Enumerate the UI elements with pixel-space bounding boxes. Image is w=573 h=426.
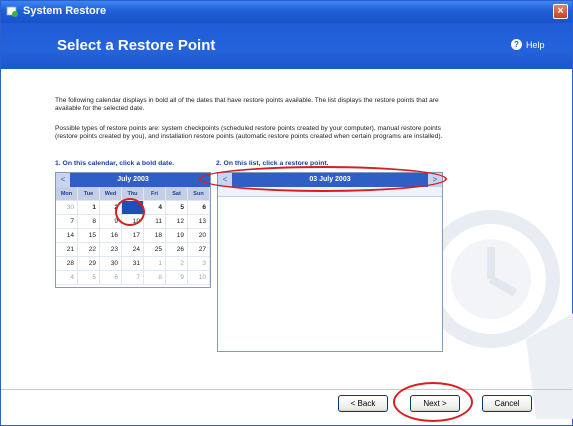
calendar-day[interactable]: 24 [122, 243, 144, 257]
calendar-week-row: 4 5 6 7 8 9 10 [56, 271, 210, 285]
calendar-week-row: 14 15 16 17 18 19 20 [56, 229, 210, 243]
weekday-header: Wed [100, 187, 122, 201]
close-icon: × [557, 5, 564, 17]
weekday-header: Mon [56, 187, 78, 201]
calendar-week-row: 28 29 30 31 1 2 3 [56, 257, 210, 271]
calendar-day[interactable]: 3 [188, 257, 210, 271]
intro-paragraph-2: Possible types of restore points are: sy… [55, 125, 443, 140]
cancel-button-label: Cancel [494, 399, 520, 408]
back-button[interactable]: < Back [338, 395, 388, 412]
intro-paragraph-1: The following calendar displays in bold … [55, 97, 439, 112]
calendar-day[interactable]: 13 [188, 215, 210, 229]
calendar-day[interactable]: 26 [166, 243, 188, 257]
calendar-day[interactable]: 7 [122, 271, 144, 285]
calendar-day[interactable]: 10 [188, 271, 210, 285]
back-button-label: < Back [350, 399, 376, 408]
calendar-day[interactable]: 28 [56, 257, 78, 271]
page-title: Select a Restore Point [57, 37, 216, 54]
help-label: Help [526, 39, 545, 50]
calendar-day[interactable]: 16 [100, 229, 122, 243]
calendar-day[interactable]: 30 [56, 201, 78, 215]
system-restore-icon [6, 6, 18, 17]
footer-divider [1, 389, 572, 390]
calendar-day[interactable]: 21 [56, 243, 78, 257]
calendar-day[interactable]: 20 [188, 229, 210, 243]
weekday-header: Sat [166, 187, 188, 201]
calendar-day[interactable]: 4 [144, 201, 166, 215]
calendar-day[interactable]: 25 [144, 243, 166, 257]
calendar-day[interactable]: 2 [166, 257, 188, 271]
calendar-day[interactable]: 1 [144, 257, 166, 271]
calendar-day[interactable]: 22 [78, 243, 100, 257]
calendar-day[interactable]: 11 [144, 215, 166, 229]
calendar-day[interactable]: 6 [188, 201, 210, 215]
calendar-day[interactable]: 17 [122, 229, 144, 243]
calendar-day[interactable]: 27 [188, 243, 210, 257]
calendar-week-row: 21 22 23 24 25 26 27 [56, 243, 210, 257]
calendar-day[interactable]: 18 [144, 229, 166, 243]
wizard-header: Select a Restore Point ? Help [1, 23, 572, 69]
chevron-left-icon: < [60, 175, 66, 184]
calendar-day[interactable]: 9 [166, 271, 188, 285]
wizard-content: The following calendar displays in bold … [1, 69, 573, 425]
help-link[interactable]: ? Help [511, 39, 545, 50]
highlight-ellipse-next-button [393, 382, 473, 422]
weekday-header: Tue [78, 187, 100, 201]
calendar-prev-month-button[interactable]: < [56, 173, 70, 187]
calendar-day[interactable]: 19 [166, 229, 188, 243]
calendar-day[interactable]: 5 [166, 201, 188, 215]
calendar-day[interactable]: 7 [56, 215, 78, 229]
highlight-ellipse-selected-date [115, 198, 145, 226]
calendar-day[interactable]: 5 [78, 271, 100, 285]
calendar-day[interactable]: 1 [78, 201, 100, 215]
calendar-day[interactable]: 4 [56, 271, 78, 285]
title-bar[interactable]: System Restore × [1, 1, 572, 23]
weekday-header: Sun [188, 187, 210, 201]
calendar-day[interactable]: 12 [166, 215, 188, 229]
calendar-header: < July 2003 [56, 173, 210, 187]
restore-point-list[interactable]: < 03 July 2003 > [217, 172, 443, 352]
step-1-label: 1. On this calendar, click a bold date. [55, 160, 174, 167]
weekday-header: Fri [144, 187, 166, 201]
calendar-day[interactable]: 8 [78, 215, 100, 229]
system-restore-window: System Restore × Select a Restore Point … [0, 0, 573, 426]
highlight-ellipse-restore-list-header [199, 166, 447, 192]
close-button[interactable]: × [553, 4, 568, 19]
window-title: System Restore [23, 5, 107, 17]
help-icon: ? [511, 39, 522, 50]
calendar-month-label: July 2003 [117, 176, 149, 183]
calendar-day[interactable]: 31 [122, 257, 144, 271]
calendar-day[interactable]: 8 [144, 271, 166, 285]
calendar-day[interactable]: 6 [100, 271, 122, 285]
calendar-day[interactable]: 23 [100, 243, 122, 257]
calendar-day[interactable]: 29 [78, 257, 100, 271]
calendar-day[interactable]: 14 [56, 229, 78, 243]
calendar-day[interactable]: 15 [78, 229, 100, 243]
cancel-button[interactable]: Cancel [482, 395, 532, 412]
restore-calendar: < July 2003 Mon Tue Wed Thu Fri Sat Sun … [55, 172, 211, 288]
calendar-day[interactable]: 30 [100, 257, 122, 271]
